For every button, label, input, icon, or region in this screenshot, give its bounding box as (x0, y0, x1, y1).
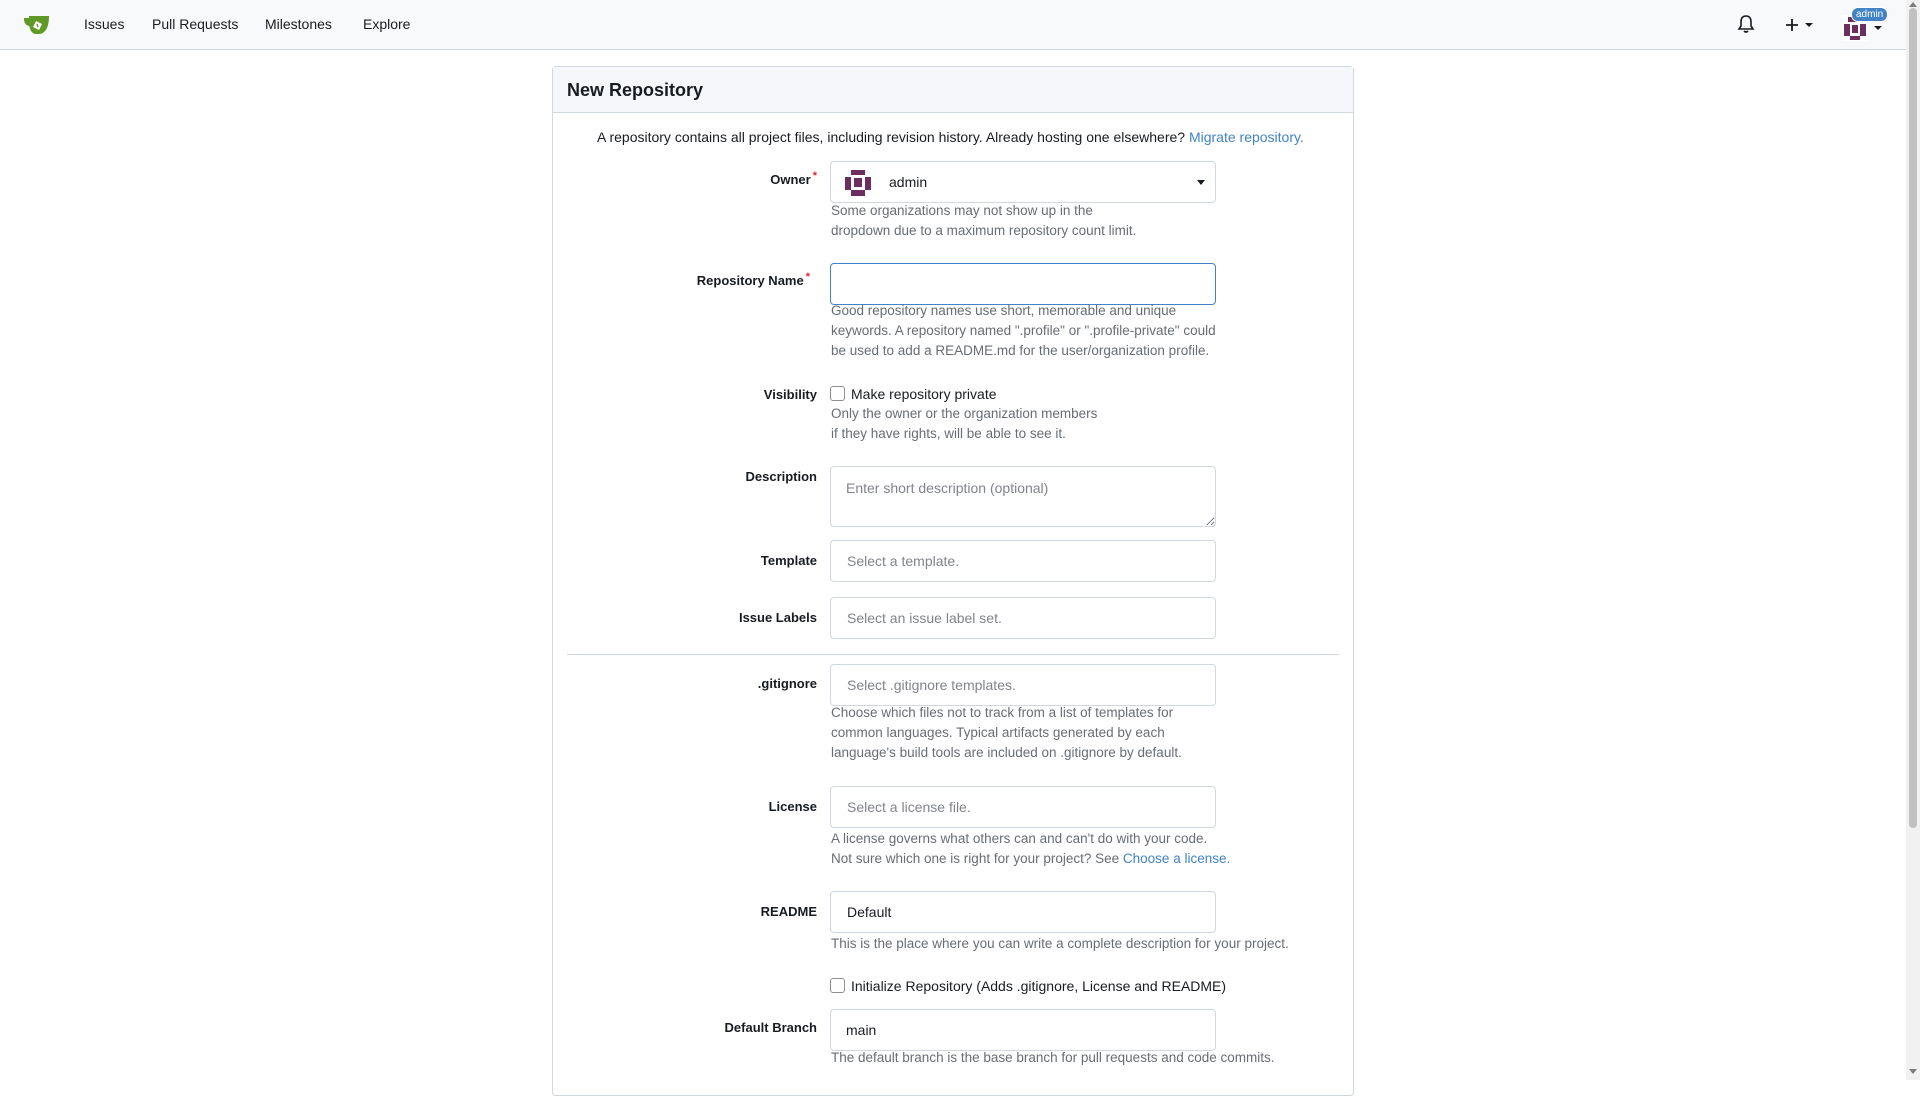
template-dropdown[interactable]: Select a template. (830, 540, 1216, 582)
repository-name-input[interactable] (830, 263, 1216, 305)
page-scrollbar[interactable] (1906, 0, 1920, 1080)
issue-labels-placeholder: Select an issue label set. (847, 610, 1002, 626)
required-asterisk: * (805, 271, 810, 283)
gitignore-help: Choose which files not to track from a l… (831, 705, 1182, 760)
top-navbar: Issues Pull Requests Milestones Explore … (0, 0, 1906, 50)
scrollbar-thumb[interactable] (1909, 8, 1917, 828)
initialize-repository-checkbox[interactable] (830, 978, 845, 993)
default-branch-input[interactable] (830, 1009, 1216, 1051)
choose-license-link[interactable]: Choose a license. (1123, 851, 1230, 866)
default-branch-help: The default branch is the base branch fo… (831, 1050, 1275, 1065)
nav-pull-requests[interactable]: Pull Requests (152, 16, 238, 32)
readme-label: README (760, 904, 817, 919)
license-dropdown[interactable]: Select a license file. (830, 786, 1216, 828)
gitignore-dropdown[interactable]: Select .gitignore templates. (830, 664, 1216, 706)
scroll-up-arrow-icon[interactable] (1909, 2, 1917, 7)
user-avatar-menu[interactable]: admin (1839, 7, 1889, 42)
readme-value: Default (847, 904, 892, 920)
nav-explore[interactable]: Explore (363, 16, 410, 32)
page-title: New Repository (553, 67, 1353, 113)
issue-labels-dropdown[interactable]: Select an issue label set. (830, 597, 1216, 639)
initialize-repository-label[interactable]: Initialize Repository (Adds .gitignore, … (851, 978, 1226, 994)
migrate-repository-link[interactable]: Migrate repository. (1189, 129, 1304, 145)
scroll-down-arrow-icon[interactable] (1909, 1069, 1917, 1074)
readme-help: This is the place where you can write a … (831, 936, 1289, 951)
license-help: A license governs what others can and ca… (831, 831, 1231, 866)
template-label: Template (760, 553, 817, 568)
license-placeholder: Select a license file. (847, 799, 971, 815)
intro-text: A repository contains all project files,… (597, 129, 1304, 145)
repository-name-label: Repository Name * (696, 271, 810, 288)
issue-labels-label: Issue Labels (738, 610, 817, 625)
gitignore-placeholder: Select .gitignore templates. (847, 677, 1016, 693)
nav-issues[interactable]: Issues (84, 16, 124, 32)
visibility-label: Visibility (763, 387, 817, 402)
chevron-down-icon (1197, 180, 1205, 185)
bell-icon[interactable] (1735, 13, 1757, 35)
user-badge: admin (1851, 7, 1889, 22)
nav-milestones[interactable]: Milestones (265, 16, 332, 32)
owner-help: Some organizations may not show up in th… (831, 203, 1137, 238)
section-divider (567, 654, 1339, 655)
owner-dropdown[interactable]: admin (830, 161, 1216, 203)
gitignore-label: .gitignore (757, 676, 817, 691)
default-branch-label: Default Branch (724, 1020, 817, 1035)
owner-avatar-icon (843, 168, 873, 198)
owner-value: admin (889, 174, 928, 190)
create-new-plus-icon[interactable] (1784, 14, 1818, 36)
repository-name-help: Good repository names use short, memorab… (831, 303, 1216, 358)
template-placeholder: Select a template. (847, 553, 960, 569)
visibility-help: Only the owner or the organization membe… (831, 406, 1098, 441)
readme-dropdown[interactable]: Default (830, 891, 1216, 933)
owner-label: Owner * (770, 170, 817, 187)
make-private-checkbox[interactable] (830, 386, 845, 401)
required-asterisk: * (812, 170, 817, 182)
description-label: Description (745, 469, 817, 484)
make-private-label[interactable]: Make repository private (851, 386, 997, 402)
gitea-logo-icon[interactable] (22, 12, 52, 38)
license-label: License (768, 799, 817, 814)
description-textarea[interactable] (830, 466, 1216, 527)
